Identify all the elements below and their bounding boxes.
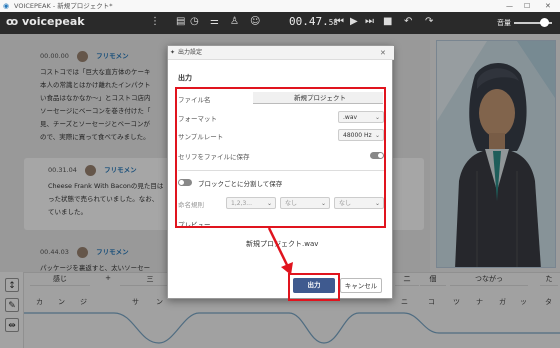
undo-icon[interactable]: ↶ bbox=[404, 16, 412, 27]
annotation-highlight-box bbox=[288, 273, 340, 301]
maximize-button[interactable]: ☐ bbox=[524, 0, 530, 12]
dialog-titlebar: ✦ 出力設定 bbox=[168, 46, 394, 60]
minimize-button[interactable]: — bbox=[506, 0, 513, 12]
annotation-arrow bbox=[267, 227, 293, 275]
volume-label: 音量 bbox=[497, 19, 511, 27]
emotion-icon[interactable]: ☺ bbox=[250, 16, 260, 27]
app-logo: ꝏ voicepeak bbox=[6, 15, 85, 28]
window-titlebar: ◉ VOICEPEAK - 新規プロジェクト* — ☐ ✕ bbox=[0, 0, 560, 12]
settings-icon: ✦ bbox=[170, 49, 176, 56]
close-window-button[interactable]: ✕ bbox=[545, 0, 551, 12]
output-section-title: 出力 bbox=[178, 74, 192, 82]
redo-icon[interactable]: ↷ bbox=[425, 16, 433, 27]
playback-time: 00.47.58 bbox=[289, 15, 338, 28]
annotation-highlight-box bbox=[175, 87, 386, 228]
forward-icon[interactable]: ⏭ bbox=[365, 16, 374, 27]
app-icon: ◉ bbox=[3, 2, 10, 10]
equalizer-icon[interactable]: ⚌ bbox=[210, 16, 219, 27]
menu-icon[interactable]: ⋮ bbox=[150, 16, 160, 27]
speed-icon[interactable]: ◷ bbox=[190, 16, 199, 27]
export-icon[interactable]: ▤ bbox=[176, 16, 185, 27]
app-toolbar: ꝏ voicepeak ⋮ ▤ ◷ ⚌ ♙ ☺ 00.47.58 ⏮ ▶ ⏭ ■… bbox=[0, 12, 560, 34]
window-title: VOICEPEAK - 新規プロジェクト* bbox=[14, 2, 113, 10]
stop-icon[interactable]: ■ bbox=[383, 16, 392, 27]
character-icon[interactable]: ♙ bbox=[230, 16, 239, 27]
cancel-button[interactable]: キャンセル bbox=[340, 278, 382, 293]
rewind-icon[interactable]: ⏮ bbox=[335, 16, 344, 27]
volume-slider-knob[interactable] bbox=[540, 18, 549, 27]
dialog-title: 出力設定 bbox=[178, 49, 203, 56]
dialog-close-button[interactable]: ✕ bbox=[380, 46, 386, 60]
play-icon[interactable]: ▶ bbox=[350, 16, 358, 27]
